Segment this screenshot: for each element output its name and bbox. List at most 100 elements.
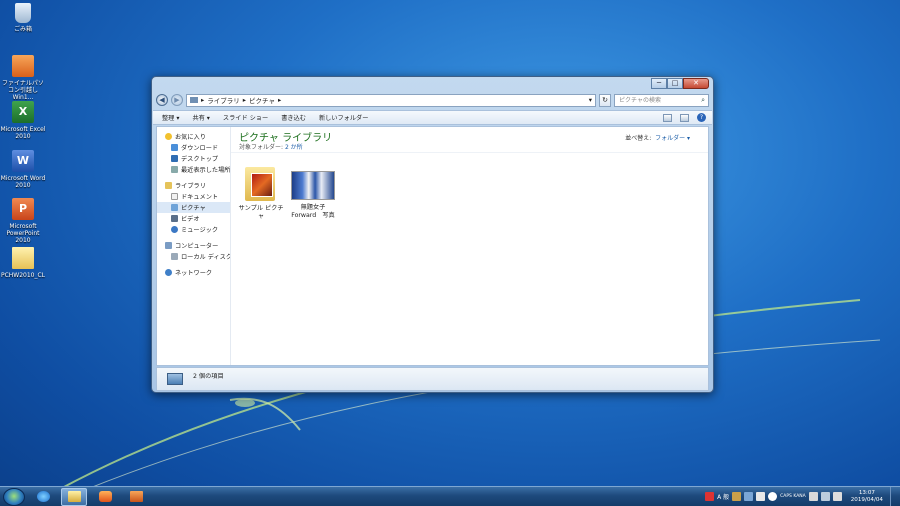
recycle-bin-icon	[15, 3, 31, 23]
explorer-window[interactable]: ─ □ ✕ ◀ ▶ ▸ ライブラリ ▸ ピクチャ ▸ ▾ ↻ ピクチャの検索 ⌕…	[151, 76, 714, 393]
maximize-button[interactable]: □	[667, 78, 683, 89]
breadcrumb-pictures[interactable]: ピクチャ	[249, 95, 275, 105]
desktop-icon	[171, 155, 178, 162]
explorer-body: お気に入り ダウンロード デスクトップ 最近表示した場所 ライブラリ ドキュメン…	[156, 126, 709, 366]
nav-label: お気に入り	[175, 134, 206, 141]
explorer-icon	[67, 491, 81, 502]
new-folder-button[interactable]: 新しいフォルダー	[319, 113, 369, 122]
app-icon	[12, 55, 34, 77]
library-subtitle: 対象フォルダー: 2 か所	[239, 142, 303, 151]
excel-icon: X	[12, 101, 34, 123]
nav-libraries[interactable]: ライブラリ	[157, 180, 230, 191]
folder-icon	[12, 247, 34, 269]
status-bar: 2 個の項目	[156, 367, 709, 391]
nav-item-desktop[interactable]: デスクトップ	[157, 153, 230, 164]
desktop-icon-recycle-bin[interactable]: ごみ箱	[0, 3, 46, 33]
ime-icon[interactable]	[705, 492, 715, 501]
nav-item-music[interactable]: ミュージック	[157, 224, 230, 235]
music-icon	[171, 226, 178, 233]
arrange-dropdown[interactable]: フォルダー ▾	[655, 135, 690, 142]
recent-places-icon	[171, 166, 178, 173]
file-item-photo[interactable]: 無題女子 Forward 写真	[287, 171, 339, 220]
clock-time: 13:07	[858, 489, 875, 496]
address-row: ◀ ▶ ▸ ライブラリ ▸ ピクチャ ▸ ▾ ↻ ピクチャの検索 ⌕	[156, 92, 709, 108]
view-options-icon[interactable]	[663, 113, 672, 122]
burn-button[interactable]: 書き込む	[281, 113, 306, 122]
network-tray-icon[interactable]	[820, 492, 830, 501]
taskbar-app[interactable]	[123, 488, 149, 506]
nav-label: ネットワーク	[175, 270, 213, 277]
nav-network[interactable]: ネットワーク	[157, 267, 230, 278]
nav-label: デスクトップ	[181, 156, 219, 163]
breadcrumb-separator: ▸	[242, 96, 247, 104]
powerpoint-icon: P	[12, 198, 34, 220]
nav-item-recent[interactable]: 最近表示した場所	[157, 164, 230, 175]
nav-item-documents[interactable]: ドキュメント	[157, 191, 230, 202]
minimize-button[interactable]: ─	[651, 78, 667, 89]
address-bar[interactable]: ▸ ライブラリ ▸ ピクチャ ▸ ▾	[186, 93, 596, 107]
start-button[interactable]	[3, 487, 25, 506]
breadcrumb-separator: ▸	[201, 96, 205, 104]
star-icon	[165, 133, 172, 140]
file-item-sample-pictures[interactable]: サンプル ピクチ ャ	[237, 163, 285, 221]
nav-item-videos[interactable]: ビデオ	[157, 213, 230, 224]
desktop-icon-migration-app[interactable]: ファイナルパソコン引越し Win1...	[0, 55, 46, 101]
folder-icon	[243, 163, 279, 201]
videos-icon	[171, 215, 178, 222]
show-desktop-button[interactable]	[890, 487, 896, 506]
library-locations-link[interactable]: 2 か所	[285, 144, 303, 151]
word-icon: W	[12, 150, 34, 172]
nav-item-pictures[interactable]: ピクチャ	[157, 202, 230, 213]
system-tray: A 般 CAPS KANA 13:07 2019/04/04	[705, 487, 900, 506]
taskbar-explorer[interactable]	[61, 487, 87, 506]
caps-kana-indicator: CAPS KANA	[780, 494, 806, 499]
nav-computer[interactable]: コンピューター	[157, 240, 230, 251]
desktop-icon-label: ごみ箱	[13, 26, 32, 33]
forward-button[interactable]: ▶	[171, 94, 183, 106]
desktop-icon-excel[interactable]: X Microsoft Excel 2010	[0, 101, 46, 140]
flag-icon[interactable]	[808, 492, 818, 501]
organize-button[interactable]: 整理 ▾	[162, 113, 179, 122]
nav-label: ダウンロード	[181, 145, 219, 152]
ime-tool-icon[interactable]	[732, 492, 742, 501]
command-bar: 整理 ▾ 共有 ▾ スライド ショー 書き込む 新しいフォルダー ?	[153, 110, 712, 125]
download-icon	[171, 144, 178, 151]
clock-date: 2019/04/04	[850, 496, 883, 503]
search-input[interactable]: ピクチャの検索 ⌕	[614, 93, 709, 107]
slideshow-button[interactable]: スライド ショー	[223, 113, 268, 122]
search-placeholder: ピクチャの検索	[619, 96, 661, 104]
desktop-icon-label: Microsoft Word 2010	[0, 175, 46, 189]
close-button[interactable]: ✕	[683, 78, 709, 89]
desktop-icon-label: Microsoft Excel 2010	[0, 126, 46, 140]
ime-options-icon[interactable]	[756, 492, 766, 501]
desktop-icon-folder[interactable]: PCHW2010_CL	[0, 247, 46, 279]
volume-icon[interactable]	[832, 492, 842, 501]
desktop-icon-label: PCHW2010_CL	[0, 272, 46, 279]
ime-mode[interactable]: A 般	[717, 492, 729, 501]
desktop-icon-powerpoint[interactable]: P Microsoft PowerPoint 2010	[0, 198, 46, 244]
nav-label: ライブラリ	[175, 183, 206, 190]
clock[interactable]: 13:07 2019/04/04	[851, 490, 883, 504]
ime-dictionary-icon[interactable]	[744, 492, 754, 501]
nav-favorites[interactable]: お気に入り	[157, 131, 230, 142]
breadcrumb-libraries[interactable]: ライブラリ	[207, 95, 240, 105]
item-label: Forward 写真	[291, 212, 335, 219]
help-icon[interactable]	[768, 492, 778, 501]
share-button[interactable]: 共有 ▾	[192, 113, 209, 122]
help-icon[interactable]: ?	[697, 113, 706, 122]
internet-explorer-icon	[36, 491, 50, 502]
item-label: ャ	[257, 213, 265, 220]
nav-label: 最近表示した場所	[181, 167, 230, 174]
back-button[interactable]: ◀	[156, 94, 168, 106]
nav-item-local-disk[interactable]: ローカル ディスク (C:)	[157, 251, 230, 262]
window-controls: ─ □ ✕	[651, 78, 709, 89]
address-dropdown-icon[interactable]: ▾	[589, 96, 595, 104]
desktop-icon-word[interactable]: W Microsoft Word 2010	[0, 150, 46, 189]
taskbar-media-player[interactable]	[92, 488, 118, 506]
taskbar-ie[interactable]	[30, 488, 56, 506]
media-player-icon	[98, 491, 112, 502]
nav-item-downloads[interactable]: ダウンロード	[157, 142, 230, 153]
preview-pane-icon[interactable]	[680, 113, 689, 122]
search-icon[interactable]: ⌕	[701, 95, 705, 106]
refresh-button[interactable]: ↻	[599, 93, 611, 107]
